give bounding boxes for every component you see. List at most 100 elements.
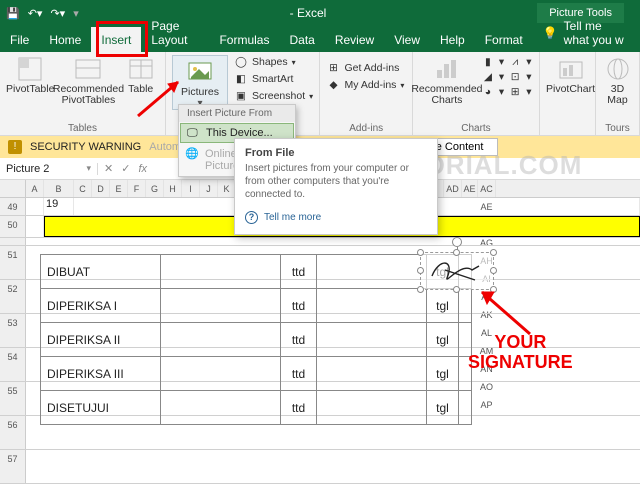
col-G[interactable]: G xyxy=(146,180,164,197)
table-row: DIPERIKSA I ttd tgl xyxy=(41,289,472,323)
get-addins-button[interactable]: ⊞Get Add-ins xyxy=(326,61,404,75)
store-icon: ⊞ xyxy=(326,61,340,75)
resize-handle[interactable] xyxy=(453,286,460,293)
pie-chart-icon: ◕ xyxy=(481,85,495,99)
col-E[interactable]: E xyxy=(110,180,128,197)
group-addins: ⊞Get Add-ins ◆My Add-ins▾ Add-ins xyxy=(320,52,412,135)
undo-icon[interactable]: ↶▾ xyxy=(28,7,43,20)
device-icon: 🖵 xyxy=(187,127,201,141)
lightbulb-icon: 💡 xyxy=(543,26,558,40)
tooltip-from-file: From File Insert pictures from your comp… xyxy=(234,138,438,235)
pictures-menu-header: Insert Picture From xyxy=(179,105,295,122)
tab-insert[interactable]: Insert xyxy=(91,27,141,52)
row-49[interactable]: 49 xyxy=(0,198,26,215)
row-57[interactable]: 57 xyxy=(0,450,26,483)
smartart-icon: ◧ xyxy=(234,72,248,86)
col-D[interactable]: D xyxy=(92,180,110,197)
pivottable-button[interactable]: PivotTable xyxy=(6,55,54,95)
approval-table: DIBUAT ttd tgl DIPERIKSA I ttd tgl DIPER… xyxy=(40,254,472,425)
enter-icon[interactable]: ✓ xyxy=(121,162,130,175)
col-C[interactable]: C xyxy=(74,180,92,197)
cell-label[interactable]: DIBUAT xyxy=(41,255,161,289)
tab-page-layout[interactable]: Page Layout xyxy=(141,13,209,52)
col-I[interactable]: I xyxy=(182,180,200,197)
help-icon: ? xyxy=(245,211,258,224)
addins-icon: ◆ xyxy=(326,78,340,92)
resize-handle[interactable] xyxy=(417,286,424,293)
recommended-pivottables-button[interactable]: Recommended PivotTables xyxy=(60,55,116,106)
rotate-handle[interactable] xyxy=(452,237,462,247)
col-AF[interactable]: AC AE AF AG AH AI AJ AK AL AM AN AO AP xyxy=(478,180,496,197)
cell-B49[interactable]: 19 xyxy=(44,198,74,215)
annotation-label: YOUR SIGNATURE xyxy=(468,332,573,372)
my-addins-button[interactable]: ◆My Add-ins▾ xyxy=(326,78,404,92)
col-J[interactable]: J xyxy=(200,180,218,197)
resize-handle[interactable] xyxy=(490,286,497,293)
save-icon[interactable]: 💾 xyxy=(6,7,20,20)
table-row: DISETUJUI ttd tgl xyxy=(41,391,472,425)
resize-handle[interactable] xyxy=(417,249,424,256)
shield-icon: ! xyxy=(8,140,22,154)
signature-picture[interactable] xyxy=(420,252,494,290)
shapes-button[interactable]: ◯Shapes▾ xyxy=(234,55,313,69)
col-B[interactable]: B xyxy=(44,180,74,197)
row-55[interactable]: 55 xyxy=(0,382,26,415)
group-tours: 3D Map Tours xyxy=(596,52,640,135)
pivotchart-button[interactable]: PivotChart xyxy=(546,55,595,95)
shapes-icon: ◯ xyxy=(234,55,248,69)
col-AE[interactable]: AE xyxy=(462,180,478,197)
fx-icon[interactable]: fx xyxy=(138,163,147,175)
pictures-icon xyxy=(186,58,214,86)
group-tables: PivotTable Recommended PivotTables Table… xyxy=(0,52,166,135)
area-chart-icon: ◢ xyxy=(481,70,495,84)
tooltip-tell-me-more[interactable]: ? Tell me more xyxy=(245,211,427,224)
pictures-button[interactable]: Pictures ▾ xyxy=(172,55,228,110)
recommended-charts-button[interactable]: Recommended Charts xyxy=(419,55,475,106)
resize-handle[interactable] xyxy=(490,267,497,274)
row-54[interactable]: 54 xyxy=(0,348,26,381)
cancel-icon[interactable]: ✕ xyxy=(104,162,113,175)
chart-type-1[interactable]: ▮▾ ⩘▾ xyxy=(481,55,532,69)
smartart-button[interactable]: ◧SmartArt xyxy=(234,72,313,86)
chevron-down-icon: ▾ xyxy=(86,163,91,174)
tell-me-search[interactable]: 💡 Tell me what you w xyxy=(533,13,640,52)
resize-handle[interactable] xyxy=(490,249,497,256)
bar-chart-icon: ▮ xyxy=(481,55,495,69)
3d-map-button[interactable]: 3D Map xyxy=(602,55,633,106)
quick-access-toolbar: 💾 ↶▾ ↷▾ ▾ xyxy=(6,7,79,20)
group-label-tables: Tables xyxy=(6,122,159,134)
tab-view[interactable]: View xyxy=(384,27,430,52)
row-52[interactable]: 52 xyxy=(0,280,26,313)
online-icon: 🌐 xyxy=(185,147,199,161)
chart-type-3[interactable]: ◕▾ ⊞▾ xyxy=(481,85,532,99)
security-warning-title: SECURITY WARNING xyxy=(30,141,141,153)
tab-home[interactable]: Home xyxy=(39,27,91,52)
resize-handle[interactable] xyxy=(417,267,424,274)
name-box[interactable]: Picture 2 ▾ xyxy=(0,163,98,175)
tab-data[interactable]: Data xyxy=(279,27,324,52)
tab-review[interactable]: Review xyxy=(325,27,384,52)
tooltip-title: From File xyxy=(245,147,427,159)
row-56[interactable]: 56 xyxy=(0,416,26,449)
chart-type-2[interactable]: ◢▾ ⊡▾ xyxy=(481,70,532,84)
row-51[interactable]: 51 xyxy=(0,246,26,279)
table-button[interactable]: Table xyxy=(122,55,159,95)
tab-format[interactable]: Format xyxy=(475,27,533,52)
cell-ttd[interactable]: ttd xyxy=(281,255,317,289)
redo-icon[interactable]: ↷▾ xyxy=(50,7,65,20)
screenshot-button[interactable]: ▣Screenshot▾ xyxy=(234,89,313,103)
resize-handle[interactable] xyxy=(453,249,460,256)
table-row: DIPERIKSA II ttd tgl xyxy=(41,323,472,357)
col-F[interactable]: F xyxy=(128,180,146,197)
col-H[interactable]: H xyxy=(164,180,182,197)
row-53[interactable]: 53 xyxy=(0,314,26,347)
recommended-charts-icon xyxy=(433,55,461,83)
tab-file[interactable]: File xyxy=(0,27,39,52)
tab-formulas[interactable]: Formulas xyxy=(209,27,279,52)
signature-icon xyxy=(427,256,487,286)
row-50[interactable]: 50 xyxy=(0,216,26,237)
tab-help[interactable]: Help xyxy=(430,27,475,52)
col-AD[interactable]: AD xyxy=(444,180,462,197)
col-A[interactable]: A xyxy=(26,180,44,197)
group-label-charts: Charts xyxy=(419,122,533,134)
